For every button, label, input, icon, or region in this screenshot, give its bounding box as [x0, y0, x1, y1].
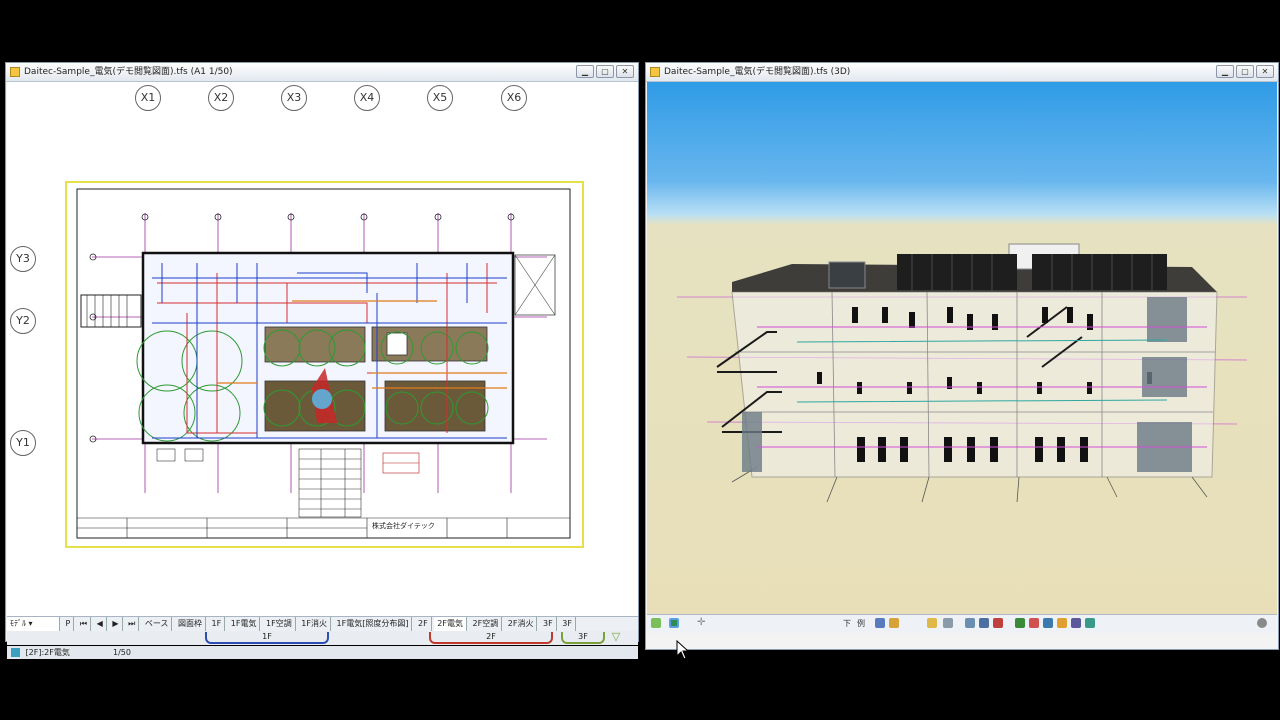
3d-window-title: Daitec-Sample_電気(デモ閲覧図面).tfs (3D): [664, 67, 851, 77]
image-icon[interactable]: [1085, 618, 1095, 628]
tab-2f[interactable]: 2F: [415, 617, 432, 631]
grid-x4: X4: [354, 85, 380, 111]
company-name: 株式会社ダイテック: [372, 522, 435, 530]
crosshair-icon[interactable]: ✛: [697, 618, 707, 628]
drawing-window-title: Daitec-Sample_電気(デモ閲覧図面).tfs (A1 1/50): [24, 67, 233, 77]
grid-y1: Y1: [10, 430, 36, 456]
layers-icon[interactable]: [1071, 618, 1081, 628]
plan-canvas[interactable]: X1 X2 X3 X4 X5 X6 Y3 Y2 Y1 株式会社ダイテック: [7, 82, 638, 618]
tab-1f-electrical[interactable]: 1F電気: [228, 617, 261, 631]
toolbar-glyph-example[interactable]: 例: [857, 618, 865, 629]
section-icon[interactable]: [943, 618, 953, 628]
grid-x3: X3: [281, 85, 307, 111]
grid-x1: X1: [135, 85, 161, 111]
tab-3f[interactable]: 3F: [540, 617, 557, 631]
current-layer: [2F]:2F電気: [25, 648, 70, 657]
tab-2f-electrical[interactable]: 2F電気: [434, 617, 467, 631]
tab-nav-first[interactable]: P: [63, 617, 75, 631]
maximize-button-3d[interactable]: ▢: [1236, 65, 1254, 78]
cable-icon[interactable]: [1057, 618, 1067, 628]
floor-group-bar: 1F 2F 3F ▽: [7, 631, 638, 645]
model-view-icon[interactable]: [669, 618, 679, 628]
duct-icon[interactable]: [1043, 618, 1053, 628]
3d-view-window: Daitec-Sample_電気(デモ閲覧図面).tfs (3D) ▁ ▢ ✕: [645, 62, 1279, 650]
tab-1f-fire[interactable]: 1F消火: [298, 617, 331, 631]
tab-1f-illuminance[interactable]: 1F電気[照度分布図]: [334, 617, 413, 631]
drawing-scale: 1/50: [113, 648, 131, 657]
3d-toolbar: ✛ 下 例: [647, 614, 1277, 633]
building-3d-model: [677, 243, 1248, 503]
settings-icon[interactable]: [1257, 618, 1267, 628]
floor-group-3f[interactable]: 3F: [561, 632, 605, 644]
axis-icon[interactable]: [1015, 618, 1025, 628]
filter-icon[interactable]: [889, 618, 899, 628]
drawing-status-bar: [2F]:2F電気 1/50: [7, 646, 638, 659]
3d-viewport[interactable]: ✛ 下 例: [647, 82, 1277, 633]
grid-x5: X5: [427, 85, 453, 111]
tab-3f-extra[interactable]: 3F: [559, 617, 576, 631]
tab-nav-prev-start[interactable]: ⏮: [77, 617, 92, 631]
tab-nav-prev[interactable]: ◀: [94, 617, 107, 631]
layer-icon: [11, 648, 20, 657]
close-button[interactable]: ✕: [616, 65, 634, 78]
measure-icon[interactable]: [993, 618, 1003, 628]
refresh-icon[interactable]: [651, 618, 661, 628]
tab-nav-last[interactable]: ⏭: [125, 617, 140, 631]
drawing-window-titlebar[interactable]: Daitec-Sample_電気(デモ閲覧図面).tfs (A1 1/50) ▁…: [6, 63, 638, 82]
minimize-button[interactable]: ▁: [576, 65, 594, 78]
grid-x2: X2: [208, 85, 234, 111]
tab-drawing-frame[interactable]: 図面枠: [175, 617, 206, 631]
drawing-window: Daitec-Sample_電気(デモ閲覧図面).tfs (A1 1/50) ▁…: [5, 62, 639, 659]
pipe-icon[interactable]: [1029, 618, 1039, 628]
tab-2f-fire[interactable]: 2F消火: [505, 617, 538, 631]
rotate-icon[interactable]: [965, 618, 975, 628]
floor-group-more-icon[interactable]: ▽: [607, 631, 625, 643]
mouse-cursor-icon: [676, 640, 690, 660]
floor-group-1f[interactable]: 1F: [205, 632, 329, 644]
grid-y3: Y3: [10, 246, 36, 272]
maximize-button[interactable]: ▢: [596, 65, 614, 78]
view-selector[interactable]: ﾓﾃﾞﾙ ▾: [7, 617, 60, 631]
camera-icon[interactable]: [875, 618, 885, 628]
toolbar-glyph-down[interactable]: 下: [843, 618, 851, 629]
app-icon-3d: [650, 67, 660, 77]
tab-1f[interactable]: 1F: [209, 617, 226, 631]
tab-2f-hvac[interactable]: 2F空調: [470, 617, 503, 631]
tab-base[interactable]: ベース: [142, 617, 173, 631]
floor-plan-drawing: [76, 188, 571, 539]
grid-y2: Y2: [10, 308, 36, 334]
app-icon: [10, 67, 20, 77]
floor-group-2f[interactable]: 2F: [429, 632, 553, 644]
minimize-button-3d[interactable]: ▁: [1216, 65, 1234, 78]
grid-x6: X6: [501, 85, 527, 111]
layer-tab-strip: ﾓﾃﾞﾙ ▾ P ⏮ ◀ ▶ ⏭ ベース 図面枠 1F 1F電気 1F空調 1F…: [7, 616, 638, 631]
box-icon[interactable]: [927, 618, 937, 628]
tab-nav-next[interactable]: ▶: [109, 617, 123, 631]
3d-window-titlebar[interactable]: Daitec-Sample_電気(デモ閲覧図面).tfs (3D) ▁ ▢ ✕: [646, 63, 1278, 82]
edit-icon[interactable]: [979, 618, 989, 628]
drawing-sheet: 株式会社ダイテック: [65, 181, 584, 548]
close-button-3d[interactable]: ✕: [1256, 65, 1274, 78]
tab-1f-hvac[interactable]: 1F空調: [263, 617, 296, 631]
